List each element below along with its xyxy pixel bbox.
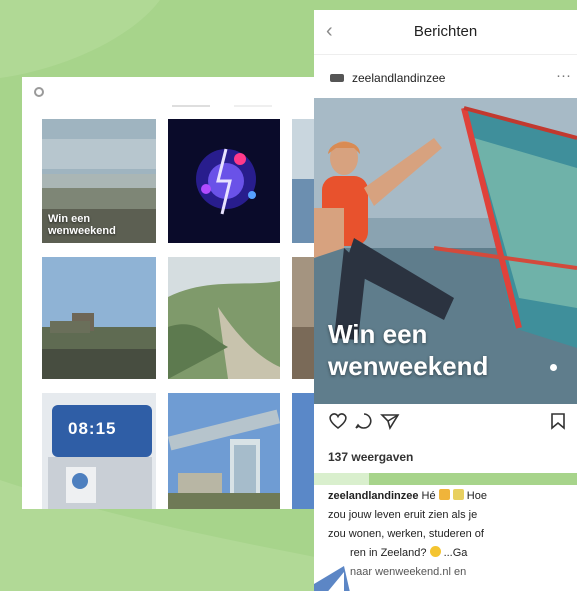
tab-underline — [172, 105, 210, 107]
post-username[interactable]: zeelandlandinzee — [352, 71, 445, 85]
grid-tile-building[interactable] — [168, 393, 280, 509]
hero-headline-line2: wenweekend — [328, 351, 489, 381]
caption-text-2: zou jouw leven eruit zien als je — [328, 509, 478, 521]
hero-headline-line1: Win een — [328, 319, 428, 349]
grid-tile-coast[interactable]: Win een wenweekend — [42, 119, 156, 243]
bookmark-icon[interactable] — [550, 412, 566, 430]
clock-photo — [42, 393, 156, 509]
post-detail-screenshot: ‹ Berichten zeelandlandinzee ··· Win een… — [314, 10, 577, 591]
divider-highlight — [314, 473, 369, 485]
caption-text-1: Hé — [418, 490, 436, 502]
caption-username[interactable]: zeelandlandinzee — [328, 490, 418, 502]
clock-display: 08:15 — [68, 419, 117, 438]
tile-caption: Win een wenweekend — [48, 213, 116, 237]
tab-underline-secondary — [234, 105, 272, 107]
profile-grid-screenshot: Win een wenweekend 08:15 — [22, 77, 322, 509]
caption-text-3: zou wonen, werken, studeren of — [328, 528, 484, 540]
grid-tile-castle[interactable] — [42, 257, 156, 379]
caption-text-4b: ...Ga — [440, 547, 468, 559]
nav-bar: ‹ Berichten — [314, 10, 577, 55]
caption-text-4: ren in Zeeland? — [350, 547, 427, 559]
post-header: zeelandlandinzee ··· — [314, 65, 577, 95]
gear-icon[interactable] — [34, 87, 44, 97]
post-image[interactable]: Win een wenweekend — [314, 98, 577, 404]
decorative-wedge — [314, 566, 350, 591]
page-title: Berichten — [413, 23, 478, 40]
caption-text-1b: Hoe — [463, 490, 487, 502]
dunes-photo — [168, 257, 280, 379]
caption-divider — [314, 473, 577, 485]
building-photo — [168, 393, 280, 509]
grid-header — [22, 77, 322, 111]
emoji-icon-2 — [452, 489, 464, 500]
avatar[interactable] — [330, 74, 344, 82]
post-caption: zeelandlandinzee Hé Hoe zou jouw leven e… — [328, 487, 570, 582]
grid-tile-dunes[interactable] — [168, 257, 280, 379]
carousel-dot — [550, 364, 557, 371]
emoji-icon-3 — [429, 546, 441, 557]
emoji-icon — [438, 489, 450, 500]
grid-tile-fireworks[interactable] — [168, 119, 280, 243]
fireworks-photo — [168, 119, 280, 243]
castle-photo — [42, 257, 156, 379]
more-icon[interactable]: ··· — [556, 67, 571, 84]
action-bar — [314, 408, 577, 444]
caption-text-5: naar wenweekend.nl en — [350, 566, 467, 578]
share-icon[interactable] — [380, 412, 400, 430]
view-count: 137 weergaven — [328, 450, 414, 464]
heart-icon[interactable] — [328, 412, 348, 430]
comment-icon[interactable] — [354, 412, 374, 430]
grid-tile-clock[interactable]: 08:15 — [42, 393, 156, 509]
